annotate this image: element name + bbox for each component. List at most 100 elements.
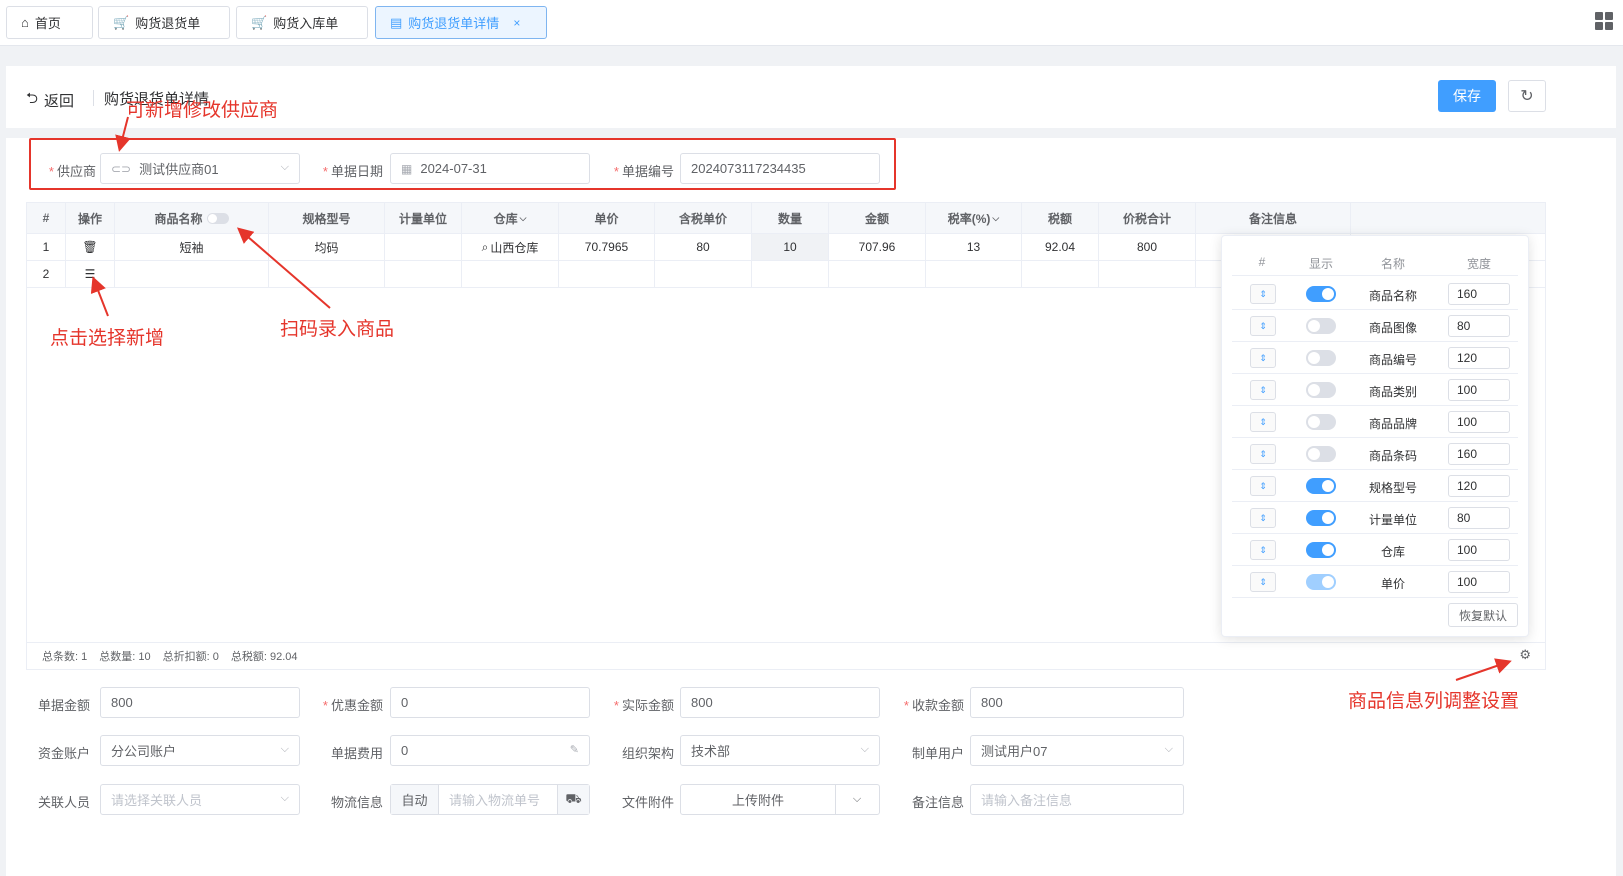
- drag-handle-icon[interactable]: ⇕: [1250, 476, 1276, 496]
- cell-tax-rate[interactable]: [926, 261, 1022, 287]
- show-toggle[interactable]: [1306, 478, 1336, 494]
- actual-field[interactable]: 800: [680, 687, 880, 718]
- drag-handle-icon[interactable]: ⇕: [1250, 284, 1276, 304]
- drag-handle-icon[interactable]: ⇕: [1250, 348, 1276, 368]
- cell-tax: 92.04: [1022, 234, 1099, 260]
- drag-handle-icon[interactable]: ⇕: [1250, 508, 1276, 528]
- width-input[interactable]: 120: [1448, 475, 1510, 497]
- date-picker[interactable]: ▦ 2024-07-31: [390, 153, 590, 184]
- cell-tax-rate[interactable]: 13: [926, 234, 1022, 260]
- width-input[interactable]: 100: [1448, 571, 1510, 593]
- width-input[interactable]: 100: [1448, 411, 1510, 433]
- number-field[interactable]: 2024073117234435: [680, 153, 880, 184]
- layout-grid-icon[interactable]: [1595, 12, 1613, 30]
- org-label: 组织架构: [621, 746, 674, 761]
- column-name: 商品图像: [1368, 321, 1417, 335]
- gear-icon[interactable]: ⚙: [1519, 647, 1531, 663]
- remark-field[interactable]: 请输入备注信息: [970, 784, 1184, 815]
- attach-label: 文件附件: [621, 795, 674, 810]
- select-add-button[interactable]: ☰: [66, 261, 115, 287]
- cell-price[interactable]: [559, 261, 655, 287]
- cell-name[interactable]: [115, 261, 269, 287]
- upload-button[interactable]: 上传附件: [681, 785, 836, 814]
- column-setting-row: ⇕ 单价 100: [1232, 566, 1518, 598]
- width-input[interactable]: 100: [1448, 539, 1510, 561]
- width-input[interactable]: 160: [1448, 443, 1510, 465]
- show-toggle[interactable]: [1306, 542, 1336, 558]
- cell-amount: 707.96: [829, 234, 926, 260]
- cell-tax-price[interactable]: [655, 261, 752, 287]
- cell-name[interactable]: 短袖: [115, 234, 269, 260]
- save-button[interactable]: 保存: [1438, 80, 1496, 112]
- show-toggle[interactable]: [1306, 382, 1336, 398]
- discount-field[interactable]: 0: [390, 687, 590, 718]
- width-input[interactable]: 80: [1448, 315, 1510, 337]
- account-select[interactable]: 分公司账户 ⌵: [100, 735, 300, 766]
- drag-handle-icon[interactable]: ⇕: [1250, 316, 1276, 336]
- back-arrow-icon: ⮌: [26, 90, 39, 107]
- close-icon[interactable]: ×: [513, 16, 520, 30]
- org-select[interactable]: 技术部 ⌵: [680, 735, 880, 766]
- cell-qty[interactable]: 10: [752, 234, 829, 260]
- width-input[interactable]: 120: [1448, 347, 1510, 369]
- cell-tax-price[interactable]: 80: [655, 234, 752, 260]
- col-tax-rate[interactable]: 税率(%) ⌵: [926, 203, 1022, 233]
- home-icon: ⌂: [21, 15, 29, 30]
- chevron-down-icon[interactable]: ⌵: [835, 785, 879, 814]
- cell-warehouse[interactable]: [462, 261, 559, 287]
- tab-home[interactable]: ⌂ 首页: [6, 6, 93, 39]
- show-toggle[interactable]: [1306, 446, 1336, 462]
- creator-select[interactable]: 测试用户07 ⌵: [970, 735, 1184, 766]
- cell-unit: [385, 261, 462, 287]
- drag-handle-icon[interactable]: ⇕: [1250, 380, 1276, 400]
- related-select[interactable]: 请选择关联人员 ⌵: [100, 784, 300, 815]
- logistics-label: 物流信息: [330, 795, 383, 810]
- col-price: 单价: [559, 203, 655, 233]
- drag-handle-icon[interactable]: ⇕: [1250, 540, 1276, 560]
- doc-amount-field[interactable]: 800: [100, 687, 300, 718]
- receive-field[interactable]: 800: [970, 687, 1184, 718]
- popover-header: # 显示 名称 宽度: [1232, 248, 1518, 276]
- supplier-select[interactable]: ⊂⊃ 测试供应商01 ⌵: [100, 153, 300, 184]
- cell-warehouse[interactable]: ⌕ 山西仓库: [462, 234, 559, 260]
- col-index: #: [27, 203, 66, 233]
- width-input[interactable]: 160: [1448, 283, 1510, 305]
- tab-label: 购货退货单: [135, 16, 201, 31]
- col-spec: 规格型号: [269, 203, 385, 233]
- tab-purchase-return[interactable]: 🛒 购货退货单: [98, 6, 230, 39]
- scan-toggle[interactable]: [206, 212, 229, 224]
- show-toggle[interactable]: [1306, 414, 1336, 430]
- col-header-width: 宽度: [1466, 257, 1491, 271]
- width-input[interactable]: 80: [1448, 507, 1510, 529]
- drag-handle-icon[interactable]: ⇕: [1250, 412, 1276, 432]
- logistics-mode[interactable]: 自动: [391, 785, 439, 814]
- cell-price[interactable]: 70.7965: [559, 234, 655, 260]
- col-amount: 金额: [829, 203, 926, 233]
- logistics-field[interactable]: 自动 请输入物流单号 ⛟: [390, 784, 590, 815]
- back-button[interactable]: ⮌ 返回: [26, 88, 74, 113]
- drag-handle-icon[interactable]: ⇕: [1250, 444, 1276, 464]
- drag-handle-icon[interactable]: ⇕: [1250, 572, 1276, 592]
- refresh-button[interactable]: ↻: [1508, 80, 1546, 112]
- col-warehouse[interactable]: 仓库 ⌵: [462, 203, 559, 233]
- show-toggle[interactable]: [1306, 318, 1336, 334]
- tab-purchase-inbound[interactable]: 🛒 购货入库单: [236, 6, 368, 39]
- logistics-input[interactable]: 请输入物流单号: [439, 790, 557, 809]
- column-setting-row: ⇕ 商品条码 160: [1232, 438, 1518, 470]
- column-setting-row: ⇕ 仓库 100: [1232, 534, 1518, 566]
- delete-button[interactable]: 🗑: [66, 234, 115, 260]
- truck-icon[interactable]: ⛟: [557, 785, 589, 814]
- col-header-name: 名称: [1380, 257, 1405, 271]
- fee-field[interactable]: 0 ✎: [390, 735, 590, 766]
- trash-icon: 🗑: [82, 240, 98, 254]
- cell-qty[interactable]: [752, 261, 829, 287]
- show-toggle[interactable]: [1306, 350, 1336, 366]
- show-toggle[interactable]: [1306, 286, 1336, 302]
- show-toggle[interactable]: [1306, 574, 1336, 590]
- width-input[interactable]: 100: [1448, 379, 1510, 401]
- chevron-down-icon: ⌵: [1164, 743, 1173, 755]
- show-toggle[interactable]: [1306, 510, 1336, 526]
- chevron-down-icon: ⌵: [860, 743, 869, 755]
- tab-return-detail[interactable]: ▤ 购货退货单详情 ×: [375, 6, 547, 39]
- reset-default-button[interactable]: 恢复默认: [1448, 603, 1518, 627]
